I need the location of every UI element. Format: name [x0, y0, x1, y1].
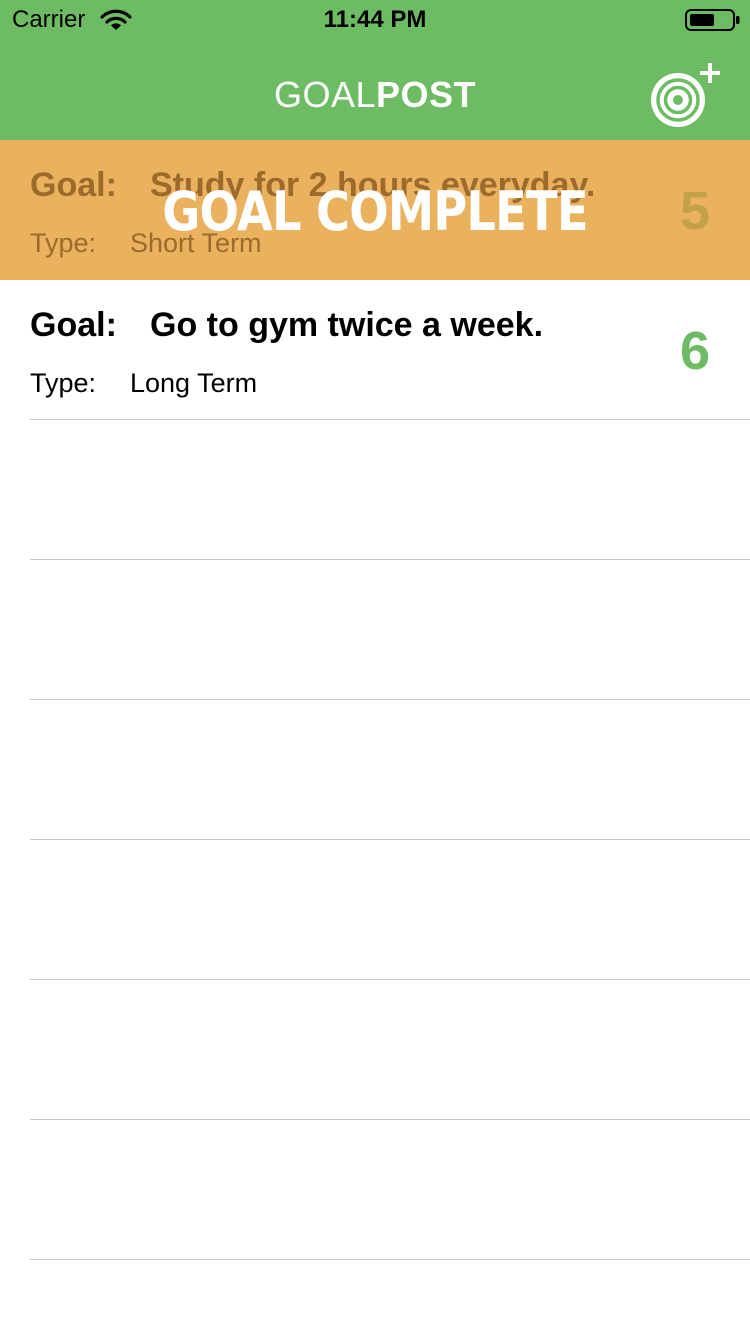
target-plus-icon [651, 63, 720, 127]
app-title-bold: POST [376, 74, 477, 115]
goalpost-app: Carrier 11:44 PM GOALPOST Goal: Study fo… [0, 0, 750, 1334]
goal-label: Goal: [30, 306, 117, 344]
type-label: Type: [30, 368, 97, 398]
empty-row [0, 980, 750, 1120]
goal-description: Go to gym twice a week. [150, 306, 544, 344]
row-divider [30, 1259, 750, 1260]
goal-progress-count: 6 [679, 321, 711, 381]
empty-row [0, 700, 750, 840]
app-title-light: GOAL [273, 74, 377, 115]
goal-row[interactable]: Goal: Go to gym twice a week. Type: Long… [0, 280, 750, 420]
header: Carrier 11:44 PM GOALPOST [0, 0, 750, 140]
goal-row-completed[interactable]: Goal: Study for 2 hours everyday. Type: … [0, 140, 750, 280]
add-goal-button[interactable] [646, 60, 726, 132]
empty-row [0, 420, 750, 560]
status-time: 11:44 PM [323, 6, 427, 33]
empty-row [0, 560, 750, 700]
goal-list: Goal: Study for 2 hours everyday. Type: … [0, 140, 750, 1334]
goal-complete-banner: GOAL COMPLETE [162, 180, 588, 243]
empty-row [0, 1120, 750, 1260]
app-title: GOALPOST [0, 74, 750, 116]
goal-type: Long Term [130, 368, 258, 398]
battery-icon [685, 9, 740, 31]
empty-row [0, 840, 750, 980]
status-bar: Carrier 11:44 PM [0, 0, 750, 40]
